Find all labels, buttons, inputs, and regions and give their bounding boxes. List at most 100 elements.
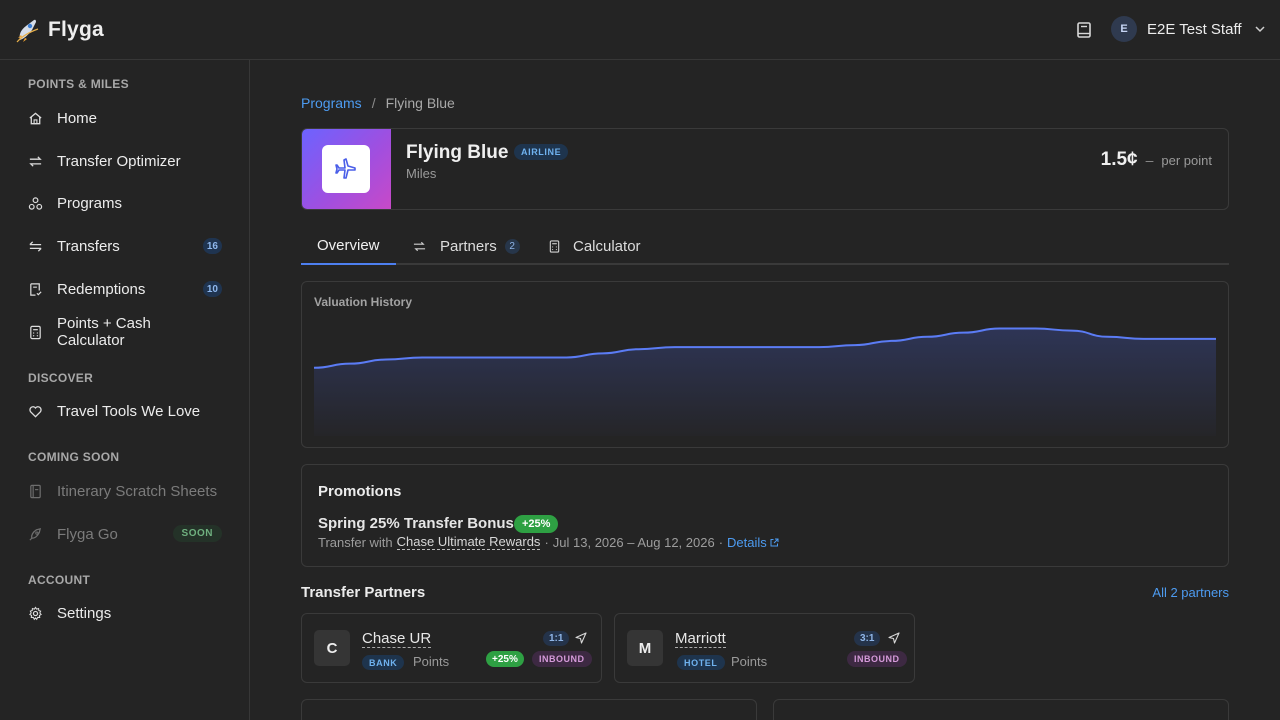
sidebar-section-title: POINTS & MILES (28, 77, 129, 91)
breadcrumb-programs-link[interactable]: Programs (301, 95, 362, 111)
soon-badge: SOON (172, 525, 222, 542)
tab-label: Calculator (573, 238, 641, 255)
sidebar-item-flyga-go: Flyga Go SOON (28, 522, 222, 546)
tab-label: Partners (440, 238, 497, 255)
send-icon[interactable] (575, 632, 587, 644)
program-tabs: Overview Partners 2 Calculator (301, 228, 1229, 265)
gear-icon (29, 605, 42, 620)
valuation-unit: per point (1161, 153, 1212, 168)
breadcrumb: Programs / Flying Blue (301, 95, 455, 111)
sidebar-item-label: Itinerary Scratch Sheets (57, 482, 218, 500)
sidebar-item-label: Travel Tools We Love (57, 402, 201, 420)
partner-name[interactable]: Chase UR (362, 630, 432, 648)
partner-card-marriott[interactable]: M Marriott HOTEL Points 3:1 INBOUND (614, 613, 915, 683)
send-icon[interactable] (888, 632, 900, 644)
user-name: E2E Test Staff (1147, 20, 1242, 38)
top-bar: Flyga E E2E Test Staff (0, 0, 1280, 60)
tab-partners[interactable]: Partners 2 (413, 228, 520, 265)
inbound-badge: INBOUND (847, 651, 907, 667)
promotion-prefix: Transfer with (318, 534, 393, 550)
app-logo[interactable]: Flyga (16, 16, 104, 44)
promotions-card: Promotions Spring 25% Transfer Bonus +25… (301, 464, 1229, 567)
valuation-value: 1.5¢ (1100, 149, 1138, 170)
transfer-ratio-badge: 1:1 (543, 631, 570, 646)
sidebar-section-title: COMING SOON (28, 450, 120, 464)
arrows-exchange-icon (413, 241, 426, 252)
sidebar-item-itinerary-scratch-sheets: Itinerary Scratch Sheets (28, 479, 222, 503)
app-name: Flyga (48, 18, 104, 41)
sidebar-section-title: DISCOVER (28, 371, 94, 385)
partners-count-badge: 2 (504, 239, 520, 254)
sidebar-item-label: Settings (57, 604, 112, 622)
partner-logo: C (314, 630, 350, 666)
all-partners-link[interactable]: All 2 partners (1152, 585, 1229, 600)
sidebar-item-label: Flyga Go (57, 525, 118, 543)
sidebar-item-label: Programs (57, 194, 123, 212)
program-header-card: Flying Blue AIRLINE Miles 1.5¢ – per poi… (301, 128, 1229, 210)
programs-icon (28, 196, 43, 210)
user-menu[interactable]: E E2E Test Staff (1111, 16, 1266, 42)
details-label: Details (727, 534, 767, 550)
sidebar-item-label: Redemptions (57, 280, 146, 298)
rocket-icon (29, 527, 42, 541)
partner-card-chase[interactable]: C Chase UR BANK Points 1:1 +25% INBOUND (301, 613, 602, 683)
sidebar-item-label: Transfer Optimizer (57, 152, 181, 170)
arrows-exchange-icon (29, 155, 42, 167)
promotion-dates: Jul 13, 2026 – Aug 12, 2026 (552, 534, 715, 550)
program-unit: Miles (406, 166, 437, 181)
sidebar-item-home[interactable]: Home (28, 106, 222, 130)
transfer-ratio-badge: 3:1 (854, 631, 881, 646)
breadcrumb-separator: / (371, 95, 376, 111)
inbound-badge: INBOUND (532, 651, 592, 667)
partner-bonus-badge: +25% (486, 651, 524, 667)
partner-logo: M (627, 630, 663, 666)
program-type-badge: AIRLINE (514, 144, 569, 160)
partner-type-badge: HOTEL (677, 655, 725, 670)
partner-unit: Points (413, 654, 450, 669)
program-valuation: 1.5¢ – per point (1101, 149, 1212, 171)
sidebar-item-points-cash-calculator[interactable]: Points + Cash Calculator (28, 315, 222, 349)
sidebar-item-label: Transfers (57, 237, 120, 255)
avatar: E (1111, 16, 1137, 42)
partner-unit: Points (731, 654, 768, 669)
promotion-name: Spring 25% Transfer Bonus (318, 515, 514, 532)
calculator-icon (549, 240, 560, 253)
book-icon[interactable] (1074, 20, 1094, 40)
separator-dot: · (544, 534, 549, 550)
valuation-history-chart (314, 327, 1216, 436)
sidebar-item-travel-tools[interactable]: Travel Tools We Love (28, 399, 222, 423)
sidebar-item-transfers[interactable]: Transfers 16 (28, 234, 222, 258)
heart-icon (29, 405, 42, 418)
sidebar-item-transfer-optimizer[interactable]: Transfer Optimizer (28, 149, 222, 173)
transfers-count-badge: 16 (202, 238, 222, 254)
program-banner (302, 129, 391, 209)
separator-dot: · (718, 534, 724, 550)
sidebar-item-label: Home (57, 109, 98, 127)
transfer-partners-title: Transfer Partners (301, 584, 426, 601)
chevron-down-icon (1254, 26, 1265, 33)
tab-overview[interactable]: Overview (301, 228, 396, 265)
promotion-partner-link[interactable]: Chase Ultimate Rewards (396, 534, 541, 550)
chart-title: Valuation History (314, 295, 413, 309)
bottom-card-right (773, 699, 1229, 720)
bottom-card-left (301, 699, 757, 720)
airplane-icon (335, 158, 356, 179)
partner-type-badge: BANK (362, 655, 405, 670)
tab-calculator[interactable]: Calculator (548, 228, 641, 265)
promotion-bonus-badge: +25% (514, 515, 559, 533)
sidebar-section-title: ACCOUNT (28, 573, 91, 587)
partner-name[interactable]: Marriott (675, 630, 726, 648)
sidebar-item-programs[interactable]: Programs (28, 191, 222, 215)
rocket-logo-icon (16, 19, 39, 43)
sidebar-item-settings[interactable]: Settings (28, 601, 222, 625)
redemptions-count-badge: 10 (202, 281, 222, 297)
tab-label: Overview (317, 237, 380, 254)
valuation-history-card: Valuation History (301, 281, 1229, 448)
chart-area (314, 328, 1216, 436)
promotion-details-line: Transfer with Chase Ultimate Rewards · J… (318, 534, 779, 550)
sidebar-item-redemptions[interactable]: Redemptions 10 (28, 277, 222, 301)
home-icon (29, 111, 42, 124)
promotions-title: Promotions (318, 483, 402, 500)
sidebar-item-label: Points + Cash Calculator (57, 315, 151, 349)
promotion-details-link[interactable]: Details (727, 535, 779, 550)
